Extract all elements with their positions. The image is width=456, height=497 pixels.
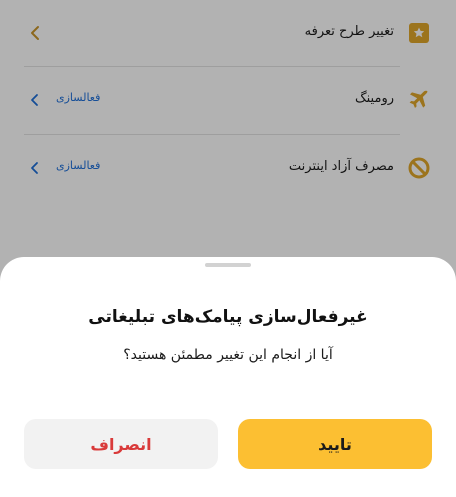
confirm-button[interactable]: تایید [238,419,432,469]
sheet-drag-handle[interactable] [205,263,251,267]
dialog-message: آیا از انجام این تغییر مطمئن هستید؟ [123,347,333,363]
cancel-button[interactable]: انصراف [24,419,218,469]
dialog-title: غیرفعال‌سازی پیامک‌های تبلیغاتی [88,307,368,327]
bottom-sheet-dialog: غیرفعال‌سازی پیامک‌های تبلیغاتی آیا از ا… [0,257,456,497]
